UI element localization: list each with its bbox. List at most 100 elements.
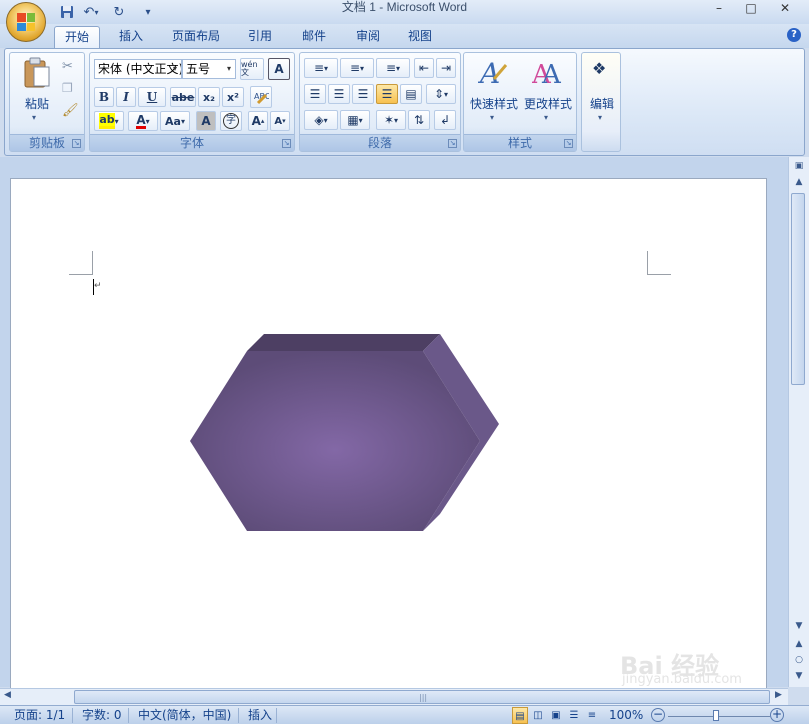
font-name-combo[interactable]: 宋体 (中文正文) ▾ bbox=[94, 59, 182, 79]
show-marks-icon[interactable]: ↲ bbox=[434, 110, 456, 130]
chinese-layout-icon[interactable]: ✶ ▾ bbox=[376, 110, 406, 130]
change-styles-dropdown-icon[interactable]: ▾ bbox=[544, 113, 548, 122]
word-count[interactable]: 字数: 0 bbox=[82, 707, 122, 724]
font-size-combo[interactable]: 五号 ▾ bbox=[182, 59, 236, 79]
line-spacing-icon[interactable]: ⇕ ▾ bbox=[426, 84, 456, 104]
borders-icon[interactable]: ▦ ▾ bbox=[340, 110, 370, 130]
paste-button[interactable]: 粘贴 bbox=[22, 95, 52, 112]
tab-insert[interactable]: 插入 bbox=[110, 26, 152, 48]
enclose-characters-label: 字 bbox=[223, 113, 239, 129]
outline-view-icon[interactable]: ☰ bbox=[566, 707, 582, 724]
undo-icon[interactable]: ↶ ▾ bbox=[80, 3, 102, 21]
scroll-right-icon[interactable]: ▶ bbox=[775, 690, 782, 700]
minimize-button[interactable]: – bbox=[705, 0, 733, 18]
bullets-icon[interactable]: ≡ ▾ bbox=[304, 58, 338, 78]
ruler-toggle-icon[interactable]: ▣ bbox=[791, 159, 807, 174]
vertical-scroll-thumb[interactable] bbox=[791, 193, 805, 385]
office-button[interactable] bbox=[6, 2, 46, 42]
character-shading-button[interactable]: A bbox=[196, 111, 216, 131]
scroll-left-icon[interactable]: ◀ bbox=[4, 690, 11, 700]
change-styles-button[interactable]: 更改样式 bbox=[520, 95, 576, 112]
select-browse-object-icon[interactable]: ○ bbox=[791, 653, 807, 668]
paste-icon[interactable] bbox=[22, 57, 52, 89]
editing-dropdown-icon[interactable]: ▾ bbox=[598, 113, 602, 122]
maximize-button[interactable]: □ bbox=[737, 0, 765, 18]
shading-icon[interactable]: ◈ ▾ bbox=[304, 110, 338, 130]
vertical-scrollbar[interactable]: ▣ ▲ ▼ ▲ ○ ▼ bbox=[788, 157, 809, 687]
highlight-color-button[interactable]: ab ▾ bbox=[94, 111, 124, 131]
change-styles-icon[interactable]: AA bbox=[531, 57, 564, 90]
quick-styles-dropdown-icon[interactable]: ▾ bbox=[490, 113, 494, 122]
previous-page-icon[interactable]: ▲ bbox=[791, 637, 807, 652]
document-page[interactable]: ↵ bbox=[10, 178, 767, 690]
tab-review[interactable]: 审阅 bbox=[346, 26, 390, 48]
distributed-icon[interactable]: ▤ bbox=[400, 84, 422, 104]
full-screen-reading-icon[interactable]: ◫ bbox=[530, 707, 546, 724]
zoom-level[interactable]: 100% bbox=[609, 707, 643, 724]
phonetic-guide-button[interactable]: wén 文 bbox=[240, 58, 264, 80]
subscript-button[interactable]: x₂ bbox=[198, 87, 220, 107]
hexagon-shape[interactable] bbox=[187, 331, 501, 537]
print-layout-view-icon[interactable]: ▤ bbox=[512, 707, 528, 724]
clipboard-launcher-icon[interactable]: ↘ bbox=[72, 139, 81, 148]
font-color-button[interactable]: A ▾ bbox=[128, 111, 158, 131]
clear-formatting-icon[interactable]: ABC bbox=[250, 86, 272, 108]
tab-page-layout[interactable]: 页面布局 bbox=[164, 26, 228, 48]
web-layout-icon[interactable]: ▣ bbox=[548, 707, 564, 724]
zoom-slider-thumb[interactable] bbox=[713, 710, 719, 721]
draft-view-icon[interactable]: ≡ bbox=[584, 707, 600, 724]
insert-mode[interactable]: 插入 bbox=[248, 707, 272, 724]
binoculars-icon[interactable]: ❖ bbox=[592, 59, 606, 78]
increase-indent-icon[interactable]: ⇥ bbox=[436, 58, 456, 78]
character-border-button[interactable]: A bbox=[268, 58, 290, 80]
cut-icon[interactable]: ✂ bbox=[62, 59, 73, 74]
sort-icon[interactable]: ⇅ bbox=[408, 110, 430, 130]
strikethrough-button[interactable]: abe bbox=[170, 87, 196, 107]
tab-view[interactable]: 视图 bbox=[398, 26, 442, 48]
horizontal-scrollbar[interactable]: ◀ ||| ▶ bbox=[0, 688, 788, 705]
bold-button[interactable]: B bbox=[94, 87, 114, 107]
chevron-down-icon[interactable]: ▾ bbox=[223, 60, 235, 78]
align-right-icon[interactable]: ☰ bbox=[352, 84, 374, 104]
quick-styles-icon[interactable]: A bbox=[477, 57, 508, 90]
font-launcher-icon[interactable]: ↘ bbox=[282, 139, 291, 148]
close-button[interactable]: ✕ bbox=[771, 0, 799, 18]
align-left-icon[interactable]: ☰ bbox=[304, 84, 326, 104]
numbering-icon[interactable]: ≡ ▾ bbox=[340, 58, 374, 78]
help-icon[interactable]: ? bbox=[787, 28, 801, 42]
grow-font-button[interactable]: A ▴ bbox=[248, 111, 268, 131]
language-indicator[interactable]: 中文(简体，中国) bbox=[138, 707, 231, 724]
align-center-icon[interactable]: ☰ bbox=[328, 84, 350, 104]
scroll-up-icon[interactable]: ▲ bbox=[791, 175, 807, 190]
zoom-out-icon[interactable]: − bbox=[651, 708, 665, 722]
tab-mailings[interactable]: 邮件 bbox=[292, 26, 336, 48]
page-count[interactable]: 页面: 1/1 bbox=[14, 707, 65, 724]
superscript-button[interactable]: x² bbox=[222, 87, 244, 107]
enclose-characters-button[interactable]: 字 bbox=[220, 111, 242, 131]
zoom-in-icon[interactable]: + bbox=[770, 708, 784, 722]
customize-qat-icon[interactable]: ▾ bbox=[142, 3, 154, 21]
underline-button[interactable]: U bbox=[138, 87, 166, 107]
multilevel-list-icon[interactable]: ≡ ▾ bbox=[376, 58, 410, 78]
shrink-font-button[interactable]: A ▾ bbox=[270, 111, 290, 131]
redo-icon[interactable]: ↻ bbox=[110, 3, 128, 21]
decrease-indent-icon[interactable]: ⇤ bbox=[414, 58, 434, 78]
copy-icon[interactable]: ❐ bbox=[62, 81, 73, 95]
editing-button[interactable]: 编辑 bbox=[582, 95, 622, 112]
format-painter-icon[interactable]: 🖌 bbox=[62, 103, 79, 118]
chevron-down-icon[interactable]: ▾ bbox=[169, 60, 181, 78]
tab-home[interactable]: 开始 bbox=[54, 26, 100, 48]
next-page-icon[interactable]: ▼ bbox=[791, 669, 807, 684]
tab-references[interactable]: 引用 bbox=[238, 26, 282, 48]
horizontal-scroll-thumb[interactable]: ||| bbox=[74, 690, 770, 704]
quick-styles-button[interactable]: 快速样式 bbox=[466, 95, 522, 112]
scroll-down-icon[interactable]: ▼ bbox=[791, 619, 807, 634]
justify-icon[interactable]: ☰ bbox=[376, 84, 398, 104]
italic-button[interactable]: I bbox=[116, 87, 136, 107]
styles-launcher-icon[interactable]: ↘ bbox=[564, 139, 573, 148]
paragraph-launcher-icon[interactable]: ↘ bbox=[448, 139, 457, 148]
paste-dropdown-icon[interactable]: ▾ bbox=[32, 113, 36, 122]
zoom-slider-track[interactable] bbox=[668, 716, 770, 717]
change-case-button[interactable]: Aa ▾ bbox=[160, 111, 190, 131]
save-icon[interactable] bbox=[58, 3, 76, 21]
